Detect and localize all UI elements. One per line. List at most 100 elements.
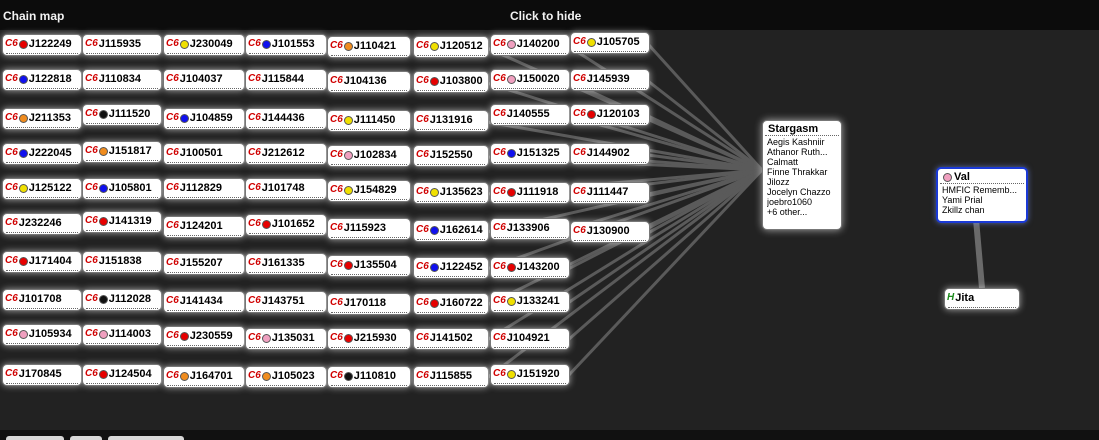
system-node[interactable]: C6 J155207 xyxy=(163,253,245,275)
system-node[interactable]: C6 J141434 xyxy=(163,291,245,313)
system-node[interactable]: C6 J140200 xyxy=(490,34,570,56)
bottom-tab[interactable] xyxy=(108,436,184,440)
system-node[interactable]: C6 J110834 xyxy=(82,69,162,91)
system-node[interactable]: C6 J140555 xyxy=(490,104,570,126)
status-dot-icon xyxy=(343,185,353,195)
pilot-divider xyxy=(331,312,407,313)
system-node[interactable]: C6 J101652 xyxy=(245,214,327,236)
system-name: J212612 xyxy=(261,147,305,159)
system-name: J101708 xyxy=(18,293,62,305)
system-class-label: C6 xyxy=(416,40,429,51)
system-node[interactable]: C6 J171404 xyxy=(2,251,82,273)
system-node[interactable]: C6 J151325 xyxy=(490,143,570,165)
system-node[interactable]: C6 J101748 xyxy=(245,178,327,200)
system-node[interactable]: C6 J120103 xyxy=(570,104,650,126)
system-node[interactable]: C6 J115923 xyxy=(327,218,411,240)
system-node[interactable]: C6 J222045 xyxy=(2,143,82,165)
system-node[interactable]: C6 J105023 xyxy=(245,366,327,388)
system-name: J102834 xyxy=(353,149,397,161)
system-node[interactable]: C6 J135623 xyxy=(413,182,489,204)
system-node[interactable]: C6 J133906 xyxy=(490,218,570,240)
system-node[interactable]: C6 J161335 xyxy=(245,253,327,275)
system-node[interactable]: C6 J110421 xyxy=(327,36,411,58)
system-node[interactable]: C6 J141502 xyxy=(413,328,489,350)
system-node[interactable]: C6 J145939 xyxy=(570,69,650,91)
system-node[interactable]: C6 J144902 xyxy=(570,143,650,165)
system-node[interactable]: C6 J122818 xyxy=(2,69,82,91)
system-node-stargasm[interactable]: Stargasm Aegis Kashniir Athanor Ruth... Ca… xyxy=(762,120,842,230)
system-class-label: C6 xyxy=(330,149,343,160)
system-node[interactable]: C6 J124201 xyxy=(163,216,245,238)
system-name: J122452 xyxy=(439,261,483,273)
system-node[interactable]: C6 J143751 xyxy=(245,291,327,313)
system-node[interactable]: C6 J230559 xyxy=(163,326,245,348)
system-node[interactable]: C6 J122249 xyxy=(2,34,82,56)
system-node[interactable]: C6 J151817 xyxy=(82,141,162,163)
system-node[interactable]: C6 J101708 xyxy=(2,289,82,311)
system-node[interactable]: C6 J124504 xyxy=(82,364,162,386)
system-node[interactable]: C6 J122452 xyxy=(413,257,489,279)
system-node[interactable]: C6 J135031 xyxy=(245,328,327,350)
system-node[interactable]: C6 J215930 xyxy=(327,328,411,350)
system-node[interactable]: C6 J101553 xyxy=(245,34,327,56)
system-node[interactable]: C6 J141319 xyxy=(82,211,162,233)
system-node[interactable]: C6 J212612 xyxy=(245,143,327,165)
pilot-divider xyxy=(167,162,241,163)
system-node-val[interactable]: Val HMFIC Rememb... Yami Prial Zkillz chan xyxy=(936,167,1028,223)
system-node[interactable]: C6 J135504 xyxy=(327,255,411,277)
status-dot-icon xyxy=(429,187,439,197)
system-node[interactable]: C6 J104921 xyxy=(490,328,570,350)
system-node[interactable]: C6 J102834 xyxy=(327,145,411,167)
system-node[interactable]: C6 J150020 xyxy=(490,69,570,91)
system-node[interactable]: C6 J120512 xyxy=(413,36,489,58)
system-node[interactable]: C6 J154829 xyxy=(327,180,411,202)
system-node[interactable]: C6 J152550 xyxy=(413,145,489,167)
system-node[interactable]: C6 J112028 xyxy=(82,289,162,311)
system-node[interactable]: C6 J105934 xyxy=(2,324,82,346)
system-node[interactable]: C6 J232246 xyxy=(2,213,82,235)
system-name: J115923 xyxy=(343,222,387,234)
system-node[interactable]: C6 J111918 xyxy=(490,182,570,204)
system-node[interactable]: C6 J111450 xyxy=(327,110,411,132)
system-node[interactable]: C6 J170118 xyxy=(327,293,411,315)
status-dot-icon xyxy=(506,296,516,306)
system-node[interactable]: C6 J130900 xyxy=(570,221,650,243)
system-node[interactable]: C6 J112829 xyxy=(163,178,245,200)
system-node[interactable]: C6 J230049 xyxy=(163,34,245,56)
bottom-tab[interactable] xyxy=(70,436,102,440)
system-node[interactable]: C6 J115855 xyxy=(413,366,489,388)
system-node[interactable]: C6 J160722 xyxy=(413,293,489,315)
status-dot-icon xyxy=(98,294,108,304)
system-node-jita[interactable]: H Jita xyxy=(944,288,1020,310)
status-dot-icon xyxy=(179,371,189,381)
system-node[interactable]: C6 J211353 xyxy=(2,108,82,130)
system-node[interactable]: C6 J170845 xyxy=(2,364,82,386)
system-node[interactable]: C6 J100501 xyxy=(163,143,245,165)
system-name: J105023 xyxy=(271,370,315,382)
pilot-divider xyxy=(331,199,407,200)
system-node[interactable]: C6 J110810 xyxy=(327,366,411,388)
system-node[interactable]: C6 J125122 xyxy=(2,178,82,200)
system-node[interactable]: C6 J133241 xyxy=(490,291,570,313)
system-node[interactable]: C6 J144436 xyxy=(245,108,327,130)
system-node[interactable]: C6 J104859 xyxy=(163,108,245,130)
system-node[interactable]: C6 J151920 xyxy=(490,364,570,386)
system-node[interactable]: C6 J111447 xyxy=(570,182,650,204)
system-node[interactable]: C6 J103800 xyxy=(413,71,489,93)
system-node[interactable]: C6 J162614 xyxy=(413,220,489,242)
system-node[interactable]: C6 J114003 xyxy=(82,324,162,346)
system-node[interactable]: C6 J111520 xyxy=(82,104,162,126)
system-node[interactable]: C6 J104136 xyxy=(327,71,411,93)
system-node[interactable]: C6 J164701 xyxy=(163,366,245,388)
bottom-tab[interactable] xyxy=(6,436,64,440)
system-node[interactable]: C6 J115844 xyxy=(245,69,327,91)
system-node[interactable]: C6 J104037 xyxy=(163,69,245,91)
system-node[interactable]: C6 J115935 xyxy=(82,34,162,56)
system-node[interactable]: C6 J143200 xyxy=(490,257,570,279)
system-node[interactable]: C6 J105801 xyxy=(82,178,162,200)
system-node[interactable]: C6 J151838 xyxy=(82,251,162,273)
system-node[interactable]: C6 J131916 xyxy=(413,110,489,132)
pilot-divider xyxy=(494,53,566,54)
system-node[interactable]: C6 J105705 xyxy=(570,32,650,54)
system-name: J131916 xyxy=(429,114,473,126)
